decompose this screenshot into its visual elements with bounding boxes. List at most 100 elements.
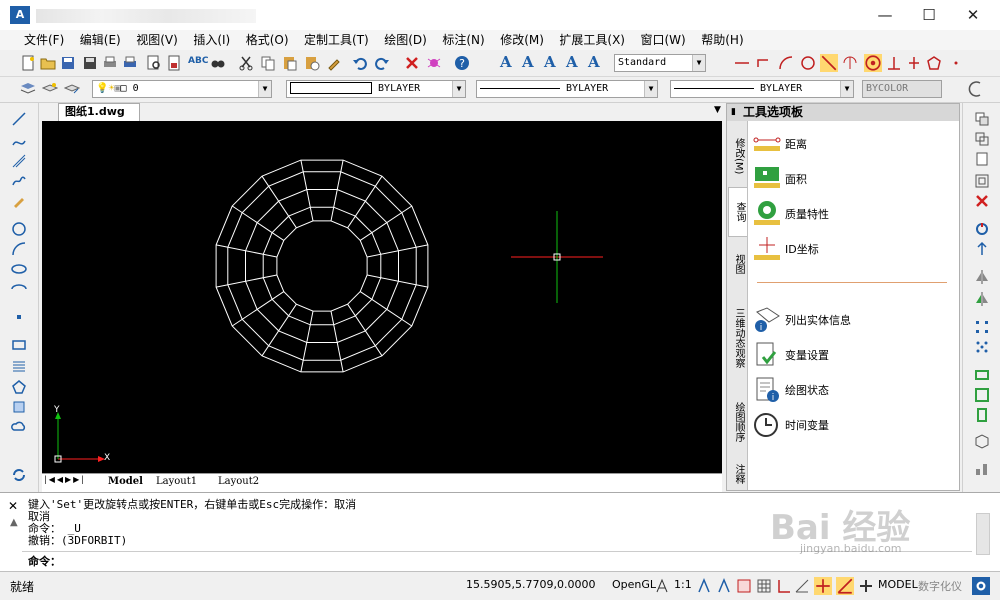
mirror-3d-icon[interactable] <box>974 291 990 307</box>
maximize-button[interactable]: ☐ <box>906 0 952 30</box>
text-edit-icon[interactable]: A <box>544 53 556 71</box>
auto-scale-icon[interactable] <box>716 578 732 594</box>
line-icon[interactable] <box>734 55 750 71</box>
publish-icon[interactable] <box>166 55 182 71</box>
paste-block-icon[interactable] <box>304 55 320 71</box>
redo-icon[interactable] <box>374 55 390 71</box>
draw-revcloud-icon[interactable] <box>11 419 27 435</box>
command-menu-icon[interactable]: ▲ <box>10 517 18 528</box>
point-icon[interactable] <box>948 55 964 71</box>
palette-item-list-entity[interactable]: i 列出实体信息 <box>753 306 953 333</box>
tab-layout1[interactable]: Layout1 <box>156 476 197 487</box>
rotate-icon[interactable] <box>974 241 990 257</box>
scale-text-icon[interactable]: A <box>566 53 578 71</box>
layer-select[interactable]: 💡☀▣□ 0 ▼ <box>92 80 272 98</box>
draw-ellipse-arc-icon[interactable] <box>11 281 27 297</box>
new-file-icon[interactable] <box>20 55 36 71</box>
undo-icon[interactable] <box>352 55 368 71</box>
draw-polyline-icon[interactable] <box>11 173 27 189</box>
palette-grip-icon[interactable]: ▮ <box>731 104 736 121</box>
draw-circle-icon[interactable] <box>11 221 27 237</box>
draw-rectangle-icon[interactable] <box>11 337 27 353</box>
circle-icon[interactable] <box>800 55 816 71</box>
layer-previous-icon[interactable] <box>64 81 80 97</box>
polyline-icon[interactable] <box>756 55 772 71</box>
menu-window[interactable]: 窗口(W) <box>635 30 692 50</box>
polar-icon[interactable] <box>794 578 810 594</box>
command-close-icon[interactable]: ✕ <box>8 499 18 513</box>
find-icon[interactable] <box>210 55 226 71</box>
menu-file[interactable]: 文件(F) <box>18 30 70 50</box>
trim-icon[interactable] <box>820 54 838 72</box>
save-as-icon[interactable] <box>82 55 98 71</box>
annotation-visibility-icon[interactable] <box>696 578 712 594</box>
minimize-button[interactable]: — <box>862 0 908 30</box>
palette-tab-modify[interactable]: 修改(M) <box>728 131 746 181</box>
draw-pencil-icon[interactable] <box>11 193 27 209</box>
command-scrollbar[interactable] <box>976 513 990 555</box>
draw-ellipse-icon[interactable] <box>11 261 27 277</box>
box-3d-icon[interactable] <box>974 433 990 449</box>
layout-nav-arrows-icon[interactable]: |◀◀▶▶| <box>44 475 86 484</box>
draw-construction-line-icon[interactable] <box>11 133 27 149</box>
offset-icon[interactable] <box>974 173 990 189</box>
extend-icon[interactable] <box>842 55 858 71</box>
lineweight-toggle-icon[interactable] <box>858 578 874 594</box>
grid-array-icon[interactable] <box>974 319 990 335</box>
menu-view[interactable]: 视图(V) <box>130 30 184 50</box>
palette-item-id-point[interactable]: ID坐标 <box>753 235 953 261</box>
model-space[interactable] <box>42 121 722 473</box>
delete-icon[interactable] <box>974 193 990 209</box>
palette-item-area[interactable]: 面积 <box>753 165 953 191</box>
annotation-scale[interactable]: 1:1 <box>674 578 692 591</box>
point-array-icon[interactable] <box>974 339 990 355</box>
draw-arc-icon[interactable] <box>11 241 27 257</box>
plot-icon[interactable] <box>122 55 138 71</box>
draw-multiline-icon[interactable] <box>11 153 27 169</box>
digitizer-toggle[interactable]: 数字化仪 <box>918 578 962 594</box>
ortho-icon[interactable] <box>776 578 792 594</box>
renderer-label[interactable]: OpenGL <box>612 578 656 591</box>
scale-icon[interactable] <box>974 387 990 403</box>
draw-point-icon[interactable] <box>11 309 27 325</box>
arc-icon[interactable] <box>778 55 794 71</box>
paste-icon[interactable] <box>282 55 298 71</box>
help-icon[interactable]: ? <box>454 55 470 71</box>
mtext-icon[interactable]: A <box>522 53 534 71</box>
palette-item-mass-properties[interactable]: 质量特性 <box>753 200 953 226</box>
text-style-icon[interactable]: A <box>500 53 512 71</box>
save-icon[interactable] <box>60 55 76 71</box>
mirror-icon[interactable] <box>974 269 990 285</box>
draw-region-icon[interactable] <box>11 399 27 415</box>
open-file-icon[interactable] <box>40 55 56 71</box>
linetype-select[interactable]: BYLAYER ▼ <box>476 80 658 98</box>
palette-item-set-variable[interactable]: 变量设置 <box>753 341 953 367</box>
print-preview-icon[interactable] <box>146 55 162 71</box>
palette-tab-query[interactable]: 查询 <box>728 187 747 237</box>
close-window-button[interactable]: ✕ <box>950 0 996 30</box>
palette-tab-3dorbit[interactable]: 三维动态观察 <box>728 293 746 383</box>
cut-icon[interactable] <box>238 55 254 71</box>
tab-layout2[interactable]: Layout2 <box>218 476 259 487</box>
color-select[interactable]: BYLAYER ▼ <box>286 80 466 98</box>
tab-list-icon[interactable]: ▼ <box>714 105 721 115</box>
polygon-icon[interactable] <box>926 55 942 71</box>
workspace-settings-icon[interactable] <box>972 577 990 595</box>
model-space-toggle[interactable]: MODEL <box>878 578 918 591</box>
copy-icon[interactable] <box>260 55 276 71</box>
plot-style-select[interactable]: BYCOLOR <box>862 80 942 98</box>
draw-polygon-icon[interactable] <box>11 379 27 395</box>
cancel-icon[interactable] <box>404 55 420 71</box>
menu-express[interactable]: 扩展工具(X) <box>553 30 631 50</box>
tab-drawing1[interactable]: 图纸1.dwg ✕ <box>58 103 140 134</box>
menu-format[interactable]: 格式(O) <box>240 30 295 50</box>
stretch-icon[interactable] <box>974 367 990 383</box>
layer-state-icon[interactable] <box>42 81 58 97</box>
osnap-icon[interactable] <box>814 577 832 595</box>
menu-edit[interactable]: 编辑(E) <box>74 30 127 50</box>
draw-hatch-icon[interactable] <box>11 359 27 375</box>
draw-line-icon[interactable] <box>11 111 27 127</box>
otrack-icon[interactable] <box>836 577 854 595</box>
justify-text-icon[interactable]: A <box>588 53 600 71</box>
donut-icon[interactable] <box>864 54 882 72</box>
